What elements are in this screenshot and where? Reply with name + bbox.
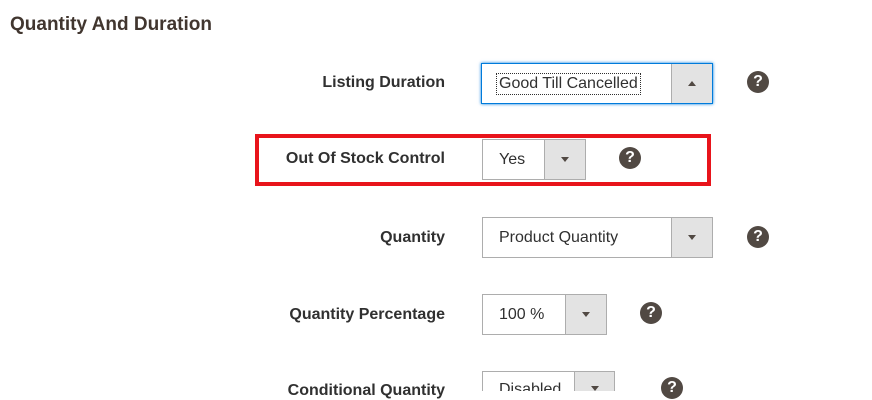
conditional-quantity-select[interactable]: Disabled bbox=[482, 371, 615, 391]
quantity-select[interactable]: Product Quantity bbox=[482, 217, 713, 258]
chevron-down-icon[interactable] bbox=[574, 372, 614, 391]
quantity-value: Product Quantity bbox=[499, 228, 619, 246]
listing-duration-value: Good Till Cancelled bbox=[496, 72, 641, 95]
chevron-down-icon[interactable] bbox=[565, 295, 606, 334]
listing-duration-label: Listing Duration bbox=[322, 74, 445, 91]
quantity-percentage-help-icon[interactable]: ? bbox=[640, 302, 662, 324]
listing-duration-help-icon[interactable]: ? bbox=[747, 71, 769, 93]
quantity-percentage-value: 100 % bbox=[499, 305, 545, 323]
quantity-percentage-label: Quantity Percentage bbox=[289, 306, 445, 323]
section-title: Quantity And Duration bbox=[10, 14, 212, 35]
quantity-label: Quantity bbox=[380, 229, 445, 246]
highlight-box bbox=[255, 134, 711, 186]
conditional-quantity-label: Conditional Quantity bbox=[287, 382, 445, 399]
listing-duration-select[interactable]: Good Till Cancelled bbox=[481, 63, 713, 104]
quantity-percentage-select[interactable]: 100 % bbox=[482, 294, 607, 335]
chevron-down-icon[interactable] bbox=[671, 218, 712, 257]
quantity-help-icon[interactable]: ? bbox=[747, 226, 769, 248]
chevron-up-icon[interactable] bbox=[671, 64, 712, 103]
conditional-quantity-value: Disabled bbox=[499, 381, 562, 391]
conditional-quantity-help-icon[interactable]: ? bbox=[661, 377, 683, 399]
